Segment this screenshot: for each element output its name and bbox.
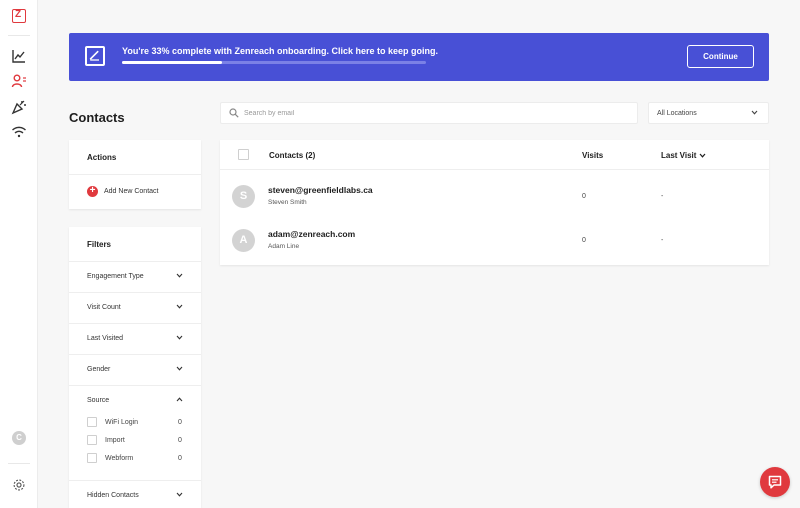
- analytics-icon[interactable]: [11, 48, 27, 64]
- contact-last-visit: -: [661, 237, 664, 244]
- source-option-count: 0: [178, 455, 182, 462]
- zenreach-banner-logo-icon: [85, 46, 105, 66]
- chevron-down-icon: [176, 492, 183, 497]
- rail-divider: [8, 35, 30, 36]
- filter-gender[interactable]: Gender: [69, 354, 201, 385]
- table-row[interactable]: S steven@greenfieldlabs.ca Steven Smith …: [220, 177, 769, 221]
- contacts-table: Contacts (2) Visits Last Visit S steven@…: [220, 140, 769, 265]
- rail-divider: [8, 463, 30, 464]
- contact-email: steven@greenfieldlabs.ca: [268, 185, 373, 195]
- filter-engagement-type[interactable]: Engagement Type: [69, 261, 201, 292]
- filter-label: Visit Count: [87, 304, 121, 311]
- column-header-last-visit[interactable]: Last Visit: [661, 151, 706, 160]
- source-checkbox[interactable]: [87, 417, 97, 427]
- search-icon: [229, 108, 239, 118]
- source-option-label: Import: [105, 437, 125, 444]
- add-new-contact-label: Add New Contact: [104, 188, 159, 195]
- filter-label: Source: [87, 397, 110, 404]
- continue-button[interactable]: Continue: [687, 45, 754, 68]
- source-checkbox[interactable]: [87, 435, 97, 445]
- last-visit-label: Last Visit: [661, 151, 697, 160]
- filter-label: Gender: [87, 366, 111, 373]
- contact-visits: 0: [582, 193, 586, 200]
- filter-label: Hidden Contacts: [87, 492, 139, 499]
- search-input[interactable]: [244, 106, 624, 120]
- avatar: S: [232, 185, 255, 208]
- onboarding-progress-bar: [122, 61, 426, 64]
- wifi-icon[interactable]: [11, 124, 27, 140]
- chat-icon: [768, 475, 782, 489]
- actions-panel: Actions + Add New Contact: [69, 140, 201, 209]
- chevron-down-icon: [176, 304, 183, 309]
- sort-chevron-down-icon: [699, 153, 706, 158]
- nav-rail: Z C: [0, 0, 38, 508]
- plus-icon: +: [87, 186, 98, 197]
- filter-hidden-contacts[interactable]: Hidden Contacts: [69, 480, 201, 508]
- filter-label: Last Visited: [87, 335, 124, 342]
- source-option-count: 0: [178, 419, 182, 426]
- chat-support-button[interactable]: [760, 467, 790, 497]
- select-all-checkbox[interactable]: [238, 149, 249, 160]
- column-header-visits[interactable]: Visits: [582, 151, 603, 160]
- campaigns-icon[interactable]: [11, 99, 27, 115]
- source-checkbox[interactable]: [87, 453, 97, 463]
- contact-last-visit: -: [661, 193, 664, 200]
- filter-source[interactable]: Source: [69, 385, 201, 416]
- chevron-down-icon: [176, 366, 183, 371]
- contact-visits: 0: [582, 237, 586, 244]
- filter-last-visited[interactable]: Last Visited: [69, 323, 201, 354]
- source-option-label: WiFi Login: [105, 419, 139, 426]
- settings-icon[interactable]: [12, 478, 26, 492]
- contact-email: adam@zenreach.com: [268, 229, 356, 239]
- divider: [69, 174, 201, 175]
- filter-label: Engagement Type: [87, 273, 144, 280]
- user-avatar[interactable]: C: [12, 431, 26, 445]
- avatar: A: [232, 229, 255, 252]
- source-option-count: 0: [178, 437, 182, 444]
- location-select[interactable]: All Locations: [648, 102, 769, 124]
- table-header: Contacts (2) Visits Last Visit: [220, 140, 769, 170]
- actions-title: Actions: [87, 153, 117, 162]
- table-row[interactable]: A adam@zenreach.com Adam Line 0 -: [220, 221, 769, 265]
- chevron-down-icon: [176, 335, 183, 340]
- chevron-down-icon: [751, 110, 758, 115]
- location-select-value: All Locations: [657, 110, 697, 117]
- column-header-contacts: Contacts (2): [269, 151, 316, 160]
- filters-panel: Filters Engagement Type Visit Count Last…: [69, 227, 201, 508]
- contacts-icon[interactable]: [11, 73, 27, 89]
- filter-visit-count[interactable]: Visit Count: [69, 292, 201, 323]
- source-option-label: Webform: [105, 455, 134, 462]
- onboarding-text: You're 33% complete with Zenreach onboar…: [122, 46, 439, 56]
- chevron-up-icon: [176, 397, 183, 402]
- page-title: Contacts: [69, 110, 125, 125]
- contact-name: Steven Smith: [268, 199, 307, 206]
- chevron-down-icon: [176, 273, 183, 278]
- onboarding-banner[interactable]: You're 33% complete with Zenreach onboar…: [69, 33, 769, 81]
- onboarding-progress-fill: [122, 61, 223, 64]
- filters-title: Filters: [87, 240, 112, 249]
- zenreach-logo[interactable]: Z: [12, 9, 26, 23]
- contact-name: Adam Line: [268, 243, 300, 250]
- logo-letter: Z: [15, 9, 22, 20]
- search-box[interactable]: [220, 102, 638, 124]
